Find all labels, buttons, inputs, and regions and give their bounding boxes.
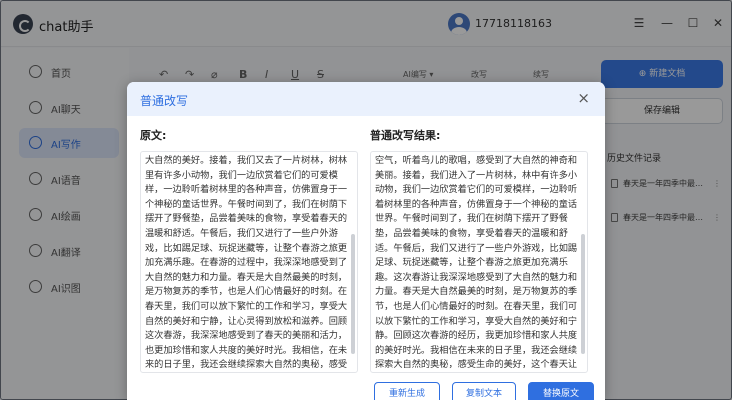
result-text-pane[interactable]: 空气，听着鸟儿的歌唱，感受到了大自然的神奇和美丽。接着，我们进入了一片树林，林中… xyxy=(370,151,588,373)
copy-text-button[interactable]: 复制文本 xyxy=(452,382,516,400)
result-label: 普通改写结果: xyxy=(370,129,441,142)
result-text: 空气，听着鸟儿的歌唱，感受到了大自然的神奇和美丽。接着，我们进入了一片树林，林中… xyxy=(375,155,578,371)
dialog-title: 普通改写 xyxy=(140,94,189,108)
original-text: 大自然的美好。接着，我们又去了一片树林，树林里有许多小动物，我们一边欣赏着它们的… xyxy=(145,155,348,371)
rewrite-dialog: 普通改写 × 原文: 普通改写结果: 大自然的美好。接着，我们又去了一片树林，树… xyxy=(127,82,605,400)
result-scrollbar[interactable] xyxy=(581,234,585,354)
original-text-pane[interactable]: 大自然的美好。接着，我们又去了一片树林，树林里有许多小动物，我们一边欣赏着它们的… xyxy=(140,151,358,373)
regenerate-button[interactable]: 重新生成 xyxy=(374,382,440,400)
close-icon[interactable]: × xyxy=(577,89,590,107)
original-label: 原文: xyxy=(140,129,167,142)
original-scrollbar[interactable] xyxy=(351,234,355,354)
dialog-header: 普通改写 × xyxy=(127,82,605,116)
replace-original-button[interactable]: 替换原文 xyxy=(528,382,594,400)
